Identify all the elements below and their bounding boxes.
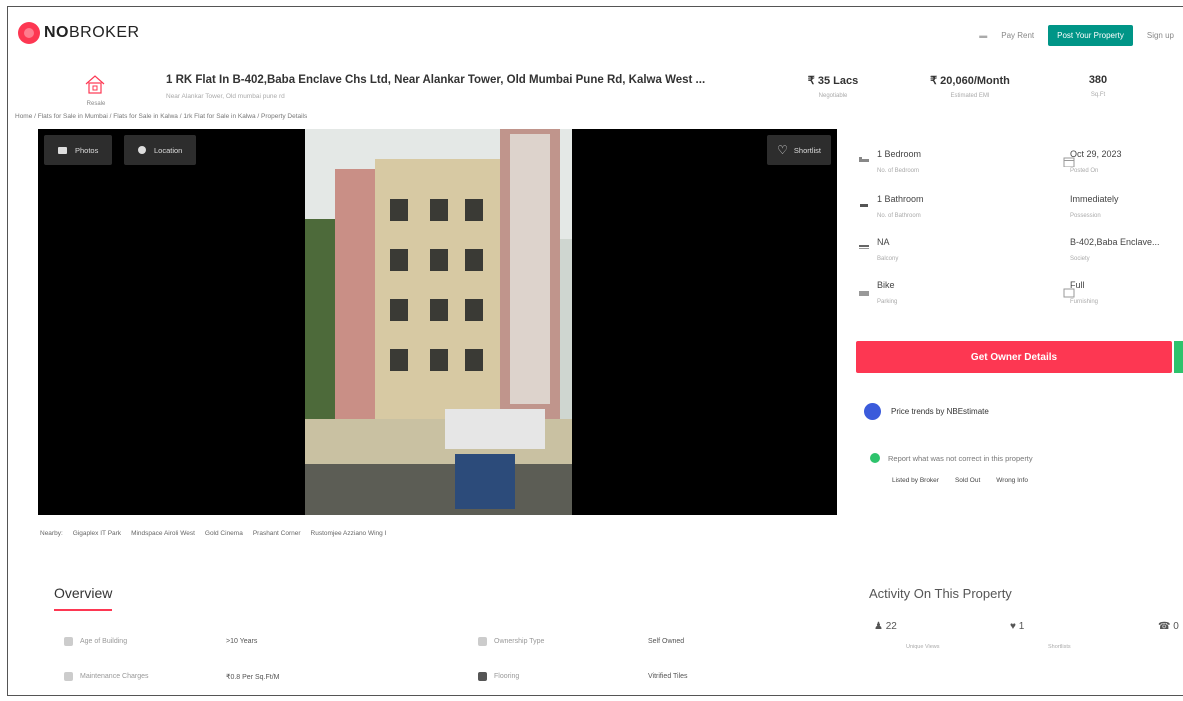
get-owner-details-button[interactable]: Get Owner Details — [856, 341, 1172, 373]
breadcrumb[interactable]: Home / Flats for Sale in Mumbai / Flats … — [15, 113, 307, 120]
property-header: Resale 1 RK Flat In B-402,Baba Enclave C… — [8, 61, 1183, 111]
report-wrong-info[interactable]: Wrong Info — [996, 477, 1028, 484]
nearby-places: Nearby: Gigaplex IT Park Mindspace Airol… — [40, 530, 387, 537]
shortlists-count: ♥ 1 — [1010, 621, 1025, 632]
detail-balcony: NA Balcony — [877, 237, 899, 262]
overview-value: >10 Years — [226, 638, 258, 645]
info-icon — [870, 453, 880, 463]
maintenance-icon — [64, 672, 73, 681]
nav-link-pay-rent[interactable]: Pay Rent — [1001, 31, 1034, 40]
nearby-item[interactable]: Gigaplex IT Park — [73, 530, 121, 537]
property-type-label: Resale — [86, 101, 106, 107]
sofa-icon — [1063, 288, 1075, 298]
logo-text: NOBROKER — [44, 24, 140, 41]
ownership-icon — [478, 637, 487, 646]
nav-right: ▬ Pay Rent Post Your Property Sign up — [979, 25, 1174, 46]
bed-icon — [859, 157, 869, 162]
activity-heading: Activity On This Property — [869, 586, 1012, 601]
report-sold-out[interactable]: Sold Out — [955, 477, 980, 484]
property-subtitle: Near Alankar Tower, Old mumbai pune rd — [166, 93, 285, 100]
detail-possession: Immediately Possession — [1070, 194, 1119, 219]
flooring-icon — [478, 672, 487, 681]
emi-stat[interactable]: ₹ 20,060/Month Estimated EMI — [920, 74, 1020, 99]
location-button[interactable]: Location — [124, 135, 197, 165]
overview-label: Age of Building — [80, 638, 128, 645]
shortlists-label: Shortlists — [1048, 644, 1071, 650]
property-photo[interactable] — [305, 129, 572, 515]
area-stat: 380 Sq.Ft — [1088, 74, 1108, 98]
views-count: ♟ 22 — [874, 621, 897, 632]
heart-small-icon: ♥ — [1010, 621, 1016, 632]
detail-posted-on: Oct 29, 2023 Posted On — [1070, 149, 1122, 174]
overview-value: Self Owned — [648, 638, 685, 645]
signup-link[interactable]: Sign up — [1147, 31, 1174, 40]
nearby-item[interactable]: Gold Cinema — [205, 530, 243, 537]
logo-icon — [18, 22, 40, 44]
nearby-item[interactable]: Mindspace Airoli West — [131, 530, 195, 537]
detail-society: B-402,Baba Enclave... Society — [1070, 237, 1160, 262]
parking-icon — [859, 291, 869, 296]
nearby-item[interactable]: Prashant Corner — [253, 530, 301, 537]
overview-label: Flooring — [494, 673, 520, 680]
person-icon: ♟ — [874, 621, 883, 632]
property-title: 1 RK Flat In B-402,Baba Enclave Chs Ltd,… — [166, 74, 706, 86]
report-section: Report what was not correct in this prop… — [870, 453, 1033, 463]
top-navbar: NOBROKER ▬ Pay Rent Post Your Property S… — [8, 7, 1183, 59]
heart-icon: ♡ — [777, 143, 788, 157]
nobroker-logo[interactable]: NOBROKER — [18, 22, 140, 44]
nav-menu-icon[interactable]: ▬ — [979, 31, 987, 40]
camera-icon — [58, 146, 67, 154]
overview-value: Vitrified Tiles — [648, 673, 688, 680]
detail-bathroom: 1 Bathroom No. of Bathroom — [877, 194, 924, 219]
overview-value: ₹0.8 Per Sq.Ft/M — [226, 674, 280, 681]
post-property-button[interactable]: Post Your Property — [1048, 25, 1133, 46]
overview-heading: Overview — [54, 585, 113, 611]
price-stat: ₹ 35 Lacs Negotiable — [807, 75, 859, 99]
report-listed-by-broker[interactable]: Listed by Broker — [892, 477, 939, 484]
trend-icon — [864, 403, 881, 420]
phone-icon: ☎ — [1158, 621, 1171, 632]
contacts-count: ☎ 0 — [1158, 621, 1179, 632]
overview-label: Maintenance Charges — [80, 673, 149, 680]
price-trends-link[interactable]: Price trends by NBEstimate — [864, 403, 989, 420]
bath-icon — [860, 204, 868, 207]
report-links: Listed by Broker Sold Out Wrong Info — [892, 477, 1028, 484]
balcony-icon — [859, 245, 869, 249]
building-age-icon — [64, 637, 73, 646]
photos-button[interactable]: Photos — [44, 135, 113, 165]
house-icon — [85, 75, 105, 94]
shortlist-button[interactable]: ♡ Shortlist — [767, 135, 831, 165]
photo-gallery[interactable]: Photos Location ♡ Shortlist — [38, 129, 837, 515]
views-label: Unique Views — [906, 644, 940, 650]
calendar-icon — [1063, 157, 1075, 167]
whatsapp-button[interactable] — [1174, 341, 1183, 373]
nearby-item[interactable]: Rustomjee Azziano Wing I — [311, 530, 387, 537]
detail-bedroom: 1 Bedroom No. of Bedroom — [877, 149, 922, 174]
overview-label: Ownership Type — [494, 638, 545, 645]
page-frame: NOBROKER ▬ Pay Rent Post Your Property S… — [7, 6, 1183, 696]
detail-parking: Bike Parking — [877, 280, 898, 305]
location-pin-icon — [138, 146, 146, 154]
